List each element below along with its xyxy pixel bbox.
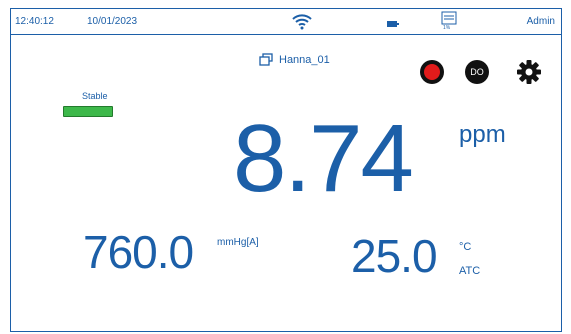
temperature-compensation: ATC <box>459 265 481 277</box>
pressure-unit: mmHg[A] <box>217 237 259 248</box>
record-button[interactable] <box>420 60 444 84</box>
status-time: 12:40:12 <box>15 16 54 27</box>
battery-icon <box>387 19 399 27</box>
temperature-value: 25.0 <box>351 230 438 282</box>
log-percent: 1% <box>443 25 451 31</box>
meter-screen: 12:40:12 10/01/2023 1% Admin Hanna_01 DO… <box>10 8 562 332</box>
stability-label: Stable <box>82 91 108 101</box>
status-bar: 12:40:12 10/01/2023 1% Admin <box>11 9 561 35</box>
status-date: 10/01/2023 <box>87 16 138 27</box>
gear-icon <box>517 60 541 84</box>
main-reading-value: 8.74 <box>233 105 414 212</box>
temperature-unit: °C <box>459 241 472 253</box>
wifi-icon <box>291 12 313 30</box>
user-label[interactable]: Admin <box>527 16 555 27</box>
do-button[interactable]: DO <box>465 60 489 84</box>
pressure-value: 760.0 <box>83 226 194 278</box>
main-reading-unit: ppm <box>459 121 506 148</box>
stability-bar <box>63 106 113 117</box>
probe-name: Hanna_01 <box>279 54 330 66</box>
record-icon <box>424 64 440 80</box>
settings-button[interactable] <box>515 58 543 86</box>
probe-copy-icon <box>259 53 273 66</box>
